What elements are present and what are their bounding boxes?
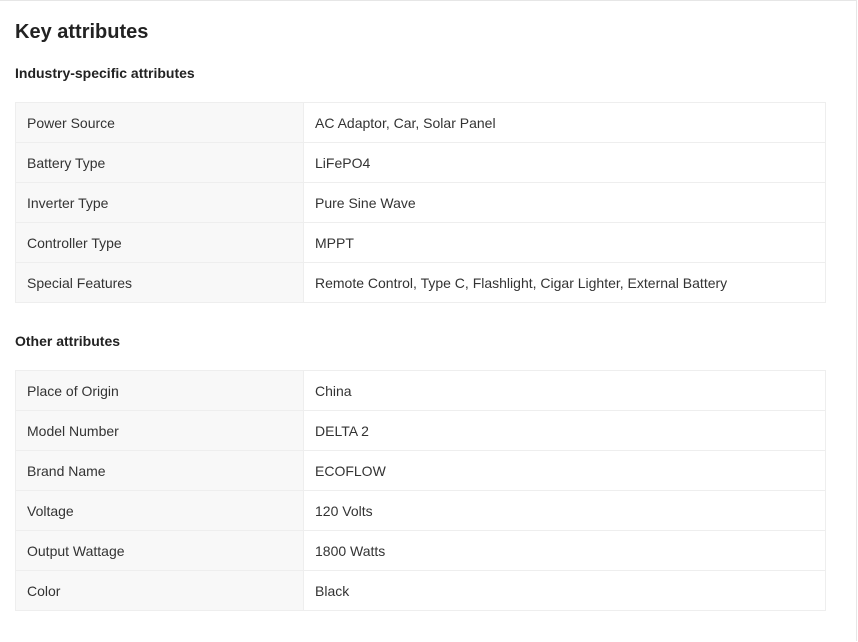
panel-frame (0, 0, 857, 641)
